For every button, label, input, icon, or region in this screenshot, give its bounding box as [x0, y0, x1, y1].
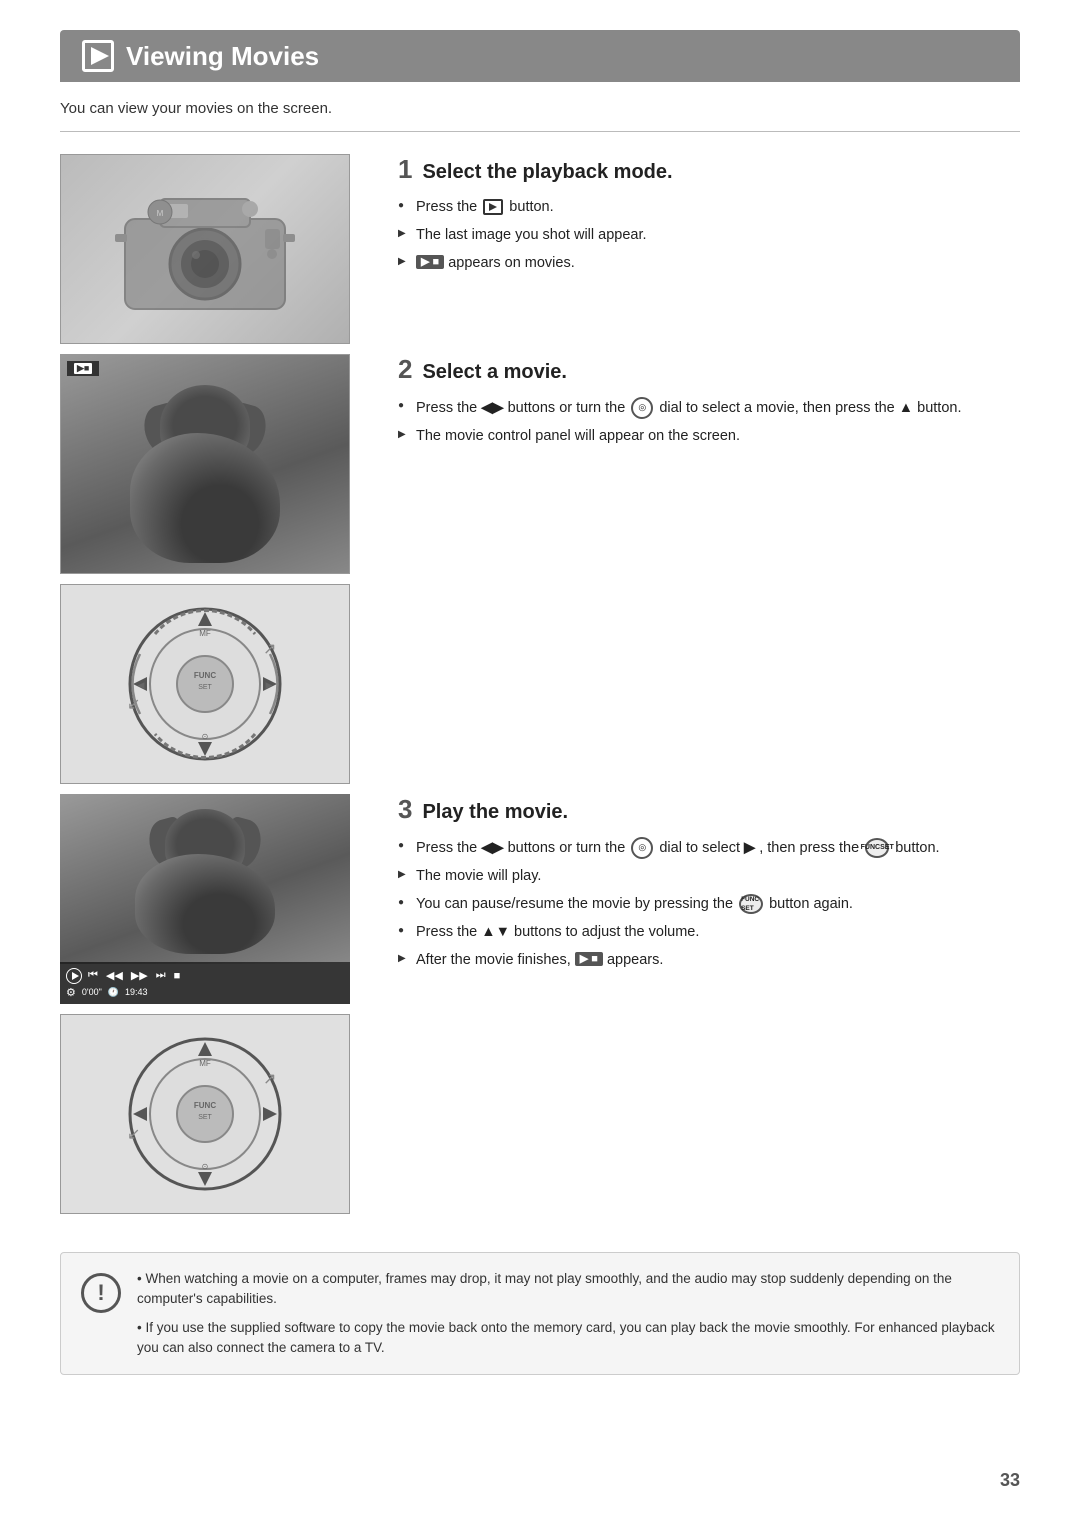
movie-fastforward-icon: ⏭: [156, 969, 166, 982]
func-set-icon-step3b: FUNC SET: [739, 894, 763, 914]
step-2-images: ▶■: [60, 354, 370, 574]
movie-next-frame-icon: ▶▶: [131, 969, 148, 982]
dial-image-1: FUNC SET: [60, 584, 350, 784]
step-3-bullet-5: After the movie finishes, ▶ ■ appears.: [398, 950, 1020, 971]
step-1-content: 1 Select the playback mode. Press the bu…: [370, 154, 1020, 281]
step-3-row: ⏮ ◀◀ ▶▶ ⏭ ■ ⚙ 0'00" 🕐 19:43: [60, 794, 1020, 1004]
movie-controls-buttons: ⏮ ◀◀ ▶▶ ⏭ ■: [66, 968, 344, 984]
step-2-bullet-2: The movie control panel will appear on t…: [398, 426, 1020, 447]
dog-image-1: ▶■: [60, 354, 350, 574]
dial-images-1: FUNC SET: [60, 584, 370, 784]
dial-image-2: FUNC SET ↙ ↗: [60, 1014, 350, 1214]
step-2-bullets: Press the ◀▶ buttons or turn the ◎ dial …: [398, 397, 1020, 447]
svg-text:MF: MF: [199, 629, 211, 638]
movie-time-display: ⚙ 0'00" 🕐 19:43: [66, 986, 344, 999]
svg-text:↙: ↙: [127, 696, 140, 713]
svg-text:↗: ↗: [263, 641, 276, 658]
dial-images-2: FUNC SET ↙ ↗: [60, 1014, 370, 1214]
step-2-title: 2 Select a movie.: [398, 354, 1020, 385]
movie-settings-icon: ⚙: [66, 986, 76, 999]
movie-overlay-badge: ▶■: [67, 361, 99, 376]
movie-rewind-icon: ⏮: [88, 969, 98, 982]
movie-time: 0'00": [82, 987, 102, 997]
step-1-bullet-1: Press the button.: [398, 197, 1020, 218]
note-box: ! • When watching a movie on a computer,…: [60, 1252, 1020, 1375]
step-1-bullet-2: The last image you shot will appear.: [398, 225, 1020, 246]
svg-text:SET: SET: [198, 1114, 212, 1121]
dial-row-1: FUNC SET: [60, 584, 1020, 784]
step-2-bullet-1: Press the ◀▶ buttons or turn the ◎ dial …: [398, 397, 1020, 419]
movie-stop-icon: ■: [174, 970, 181, 982]
movie-controls-bar: ⏮ ◀◀ ▶▶ ⏭ ■ ⚙ 0'00" 🕐 19:43: [60, 962, 350, 1004]
page-number: 33: [1000, 1470, 1020, 1491]
page-subtitle: You can view your movies on the screen.: [60, 100, 1020, 117]
note-bullet-1: • When watching a movie on a computer, f…: [137, 1269, 999, 1310]
note-content: • When watching a movie on a computer, f…: [137, 1269, 999, 1358]
step-3-title: 3 Play the movie.: [398, 794, 1020, 825]
svg-text:⊙: ⊙: [202, 732, 209, 741]
svg-text:SET: SET: [198, 684, 212, 691]
page-title: Viewing Movies: [126, 41, 319, 72]
dial-icon-step3a: ◎: [631, 837, 653, 859]
svg-text:⊙: ⊙: [202, 1162, 209, 1171]
svg-text:↙: ↙: [127, 1126, 140, 1143]
func-set-icon-step3a: FUNCSET: [865, 838, 889, 858]
step-2-extra-space: [370, 584, 1020, 594]
svg-text:FUNC: FUNC: [194, 671, 216, 680]
note-bullet-2: • If you use the supplied software to co…: [137, 1318, 999, 1359]
step-1-title: 1 Select the playback mode.: [398, 154, 1020, 185]
step-3-images: ⏮ ◀◀ ▶▶ ⏭ ■ ⚙ 0'00" 🕐 19:43: [60, 794, 370, 1004]
note-icon: !: [81, 1273, 121, 1313]
step-3-bullet-4: Press the ▲▼ buttons to adjust the volum…: [398, 922, 1020, 943]
movie-clock-icon: 🕐: [108, 987, 119, 998]
svg-text:FUNC: FUNC: [194, 1101, 216, 1110]
step-3-content: 3 Play the movie. Press the ◀▶ buttons o…: [370, 794, 1020, 978]
movie-playback-image: ⏮ ◀◀ ▶▶ ⏭ ■ ⚙ 0'00" 🕐 19:43: [60, 794, 350, 1004]
step-3-bullet-3: You can pause/resume the movie by pressi…: [398, 894, 1020, 915]
divider: [60, 131, 1020, 132]
play-icon-header: [82, 40, 114, 72]
step-3-bullet-1: Press the ◀▶ buttons or turn the ◎ dial …: [398, 837, 1020, 859]
playback-button-icon: [483, 199, 503, 215]
step-3-bullets: Press the ◀▶ buttons or turn the ◎ dial …: [398, 837, 1020, 971]
movie-prev-frame-icon: ◀◀: [106, 969, 123, 982]
step-3-bullet-2: The movie will play.: [398, 866, 1020, 887]
dial-row-2: FUNC SET ↙ ↗: [60, 1014, 1020, 1214]
movie-badge-end-icon: ▶ ■: [575, 952, 603, 966]
page: Viewing Movies You can view your movies …: [0, 0, 1080, 1521]
svg-text:▶: ▶: [266, 680, 273, 690]
svg-text:↗: ↗: [263, 1071, 276, 1088]
svg-text:M: M: [157, 209, 164, 218]
camera-image: M: [60, 154, 350, 344]
dial-icon-step2: ◎: [631, 397, 653, 419]
movie-play-ctrl-icon: [66, 968, 82, 984]
movie-badge-icon: ▶ ■: [416, 255, 444, 269]
content-area: M 1 Select the playback mode. Press the …: [60, 154, 1020, 1224]
page-header: Viewing Movies: [60, 30, 1020, 82]
step-1-bullet-3: ▶ ■ appears on movies.: [398, 253, 1020, 274]
movie-clock: 19:43: [125, 987, 148, 997]
step-1-bullets: Press the button. The last image you sho…: [398, 197, 1020, 274]
step-1-images: M: [60, 154, 370, 344]
movie-badge-small: ▶■: [74, 363, 92, 374]
svg-text:MF: MF: [199, 1059, 211, 1068]
step-2-row: ▶■ 2 Select a movie. Press the ◀▶ button…: [60, 354, 1020, 574]
step-2-content: 2 Select a movie. Press the ◀▶ buttons o…: [370, 354, 1020, 454]
svg-text:◀: ◀: [138, 680, 145, 690]
step-1-row: M 1 Select the playback mode. Press the …: [60, 154, 1020, 344]
